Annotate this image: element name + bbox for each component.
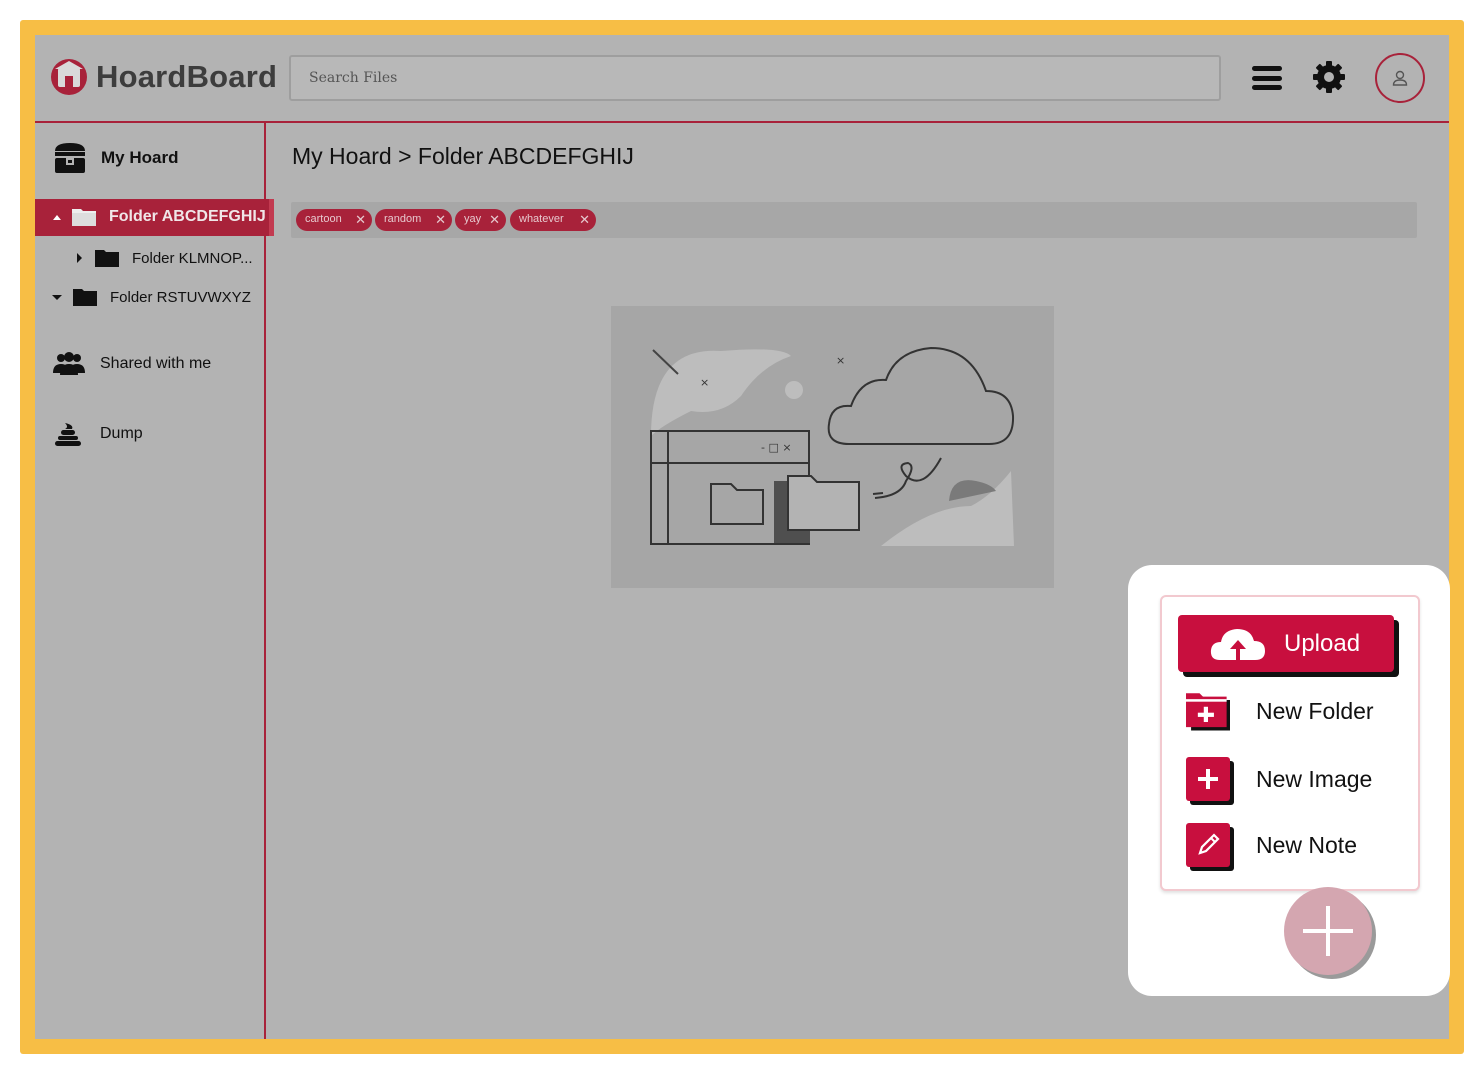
sidebar-item-dump[interactable]: Dump	[52, 421, 143, 447]
user-icon	[1392, 70, 1408, 86]
tag-label: cartoon	[305, 213, 342, 225]
svg-text:- □ ×: - □ ×	[761, 441, 792, 454]
tag-label: random	[384, 213, 422, 225]
dump-pile-icon	[55, 423, 81, 446]
sidebar-item-label: Dump	[100, 425, 143, 442]
folder-label: Folder KLMNOP...	[132, 249, 253, 267]
tag-chip[interactable]: cartoon ✕	[296, 209, 372, 231]
sidebar-item-folder-klmnop[interactable]: Folder KLMNOP...	[77, 248, 253, 268]
new-image-item[interactable]: New Image	[1186, 757, 1372, 801]
svg-text:×: ×	[700, 376, 709, 389]
plus-icon	[1303, 906, 1353, 956]
collapse-caret-icon[interactable]	[52, 294, 62, 300]
remove-tag-icon[interactable]: ✕	[579, 213, 590, 226]
sidebar-item-folder-abcdefghij[interactable]: Folder ABCDEFGHIJ	[35, 199, 274, 236]
tag-chip[interactable]: whatever ✕	[510, 209, 596, 231]
new-image-label: New Image	[1256, 765, 1373, 792]
folder-label: Folder RSTUVWXYZ	[110, 288, 251, 306]
new-folder-item[interactable]: New Folder	[1186, 689, 1374, 733]
tag-label: whatever	[519, 213, 564, 225]
tag-bar: cartoon ✕ random ✕ yay ✕ whatever ✕	[291, 202, 1417, 238]
pencil-icon	[1186, 823, 1230, 867]
sidebar: My Hoard Folder ABCDEFGHIJ Folder KLMNOP…	[35, 123, 274, 1039]
cloud-upload-icon	[1210, 628, 1265, 660]
folder-label: Folder ABCDEFGHIJ	[109, 208, 266, 225]
empty-folder-illustration: × × - □ ×	[611, 306, 1054, 588]
new-note-item[interactable]: New Note	[1186, 823, 1357, 867]
brand-name[interactable]: HoardBoard	[96, 59, 277, 95]
create-menu-popup: Upload New Folder New Image New Note	[1128, 565, 1450, 996]
new-folder-label: New Folder	[1256, 697, 1374, 724]
upload-button[interactable]: Upload	[1178, 615, 1394, 672]
new-note-label: New Note	[1256, 831, 1357, 858]
user-avatar[interactable]	[1375, 53, 1425, 103]
tag-chip[interactable]: random ✕	[375, 209, 452, 231]
sidebar-item-shared[interactable]: Shared with me	[52, 351, 211, 377]
collapse-caret-icon[interactable]	[53, 215, 61, 220]
sidebar-item-my-hoard[interactable]: My Hoard	[53, 141, 178, 175]
tag-label: yay	[464, 213, 482, 225]
folder-icon	[73, 289, 97, 306]
expand-caret-icon[interactable]	[77, 253, 82, 263]
gear-icon[interactable]	[1311, 59, 1347, 95]
treasure-chest-icon	[55, 143, 85, 173]
sidebar-item-folder-rstuvwxyz[interactable]: Folder RSTUVWXYZ	[52, 287, 251, 307]
hamburger-menu-icon[interactable]	[1252, 66, 1282, 90]
create-menu: Upload New Folder New Image New Note	[1160, 595, 1420, 891]
sidebar-item-label: My Hoard	[101, 148, 179, 167]
folder-icon	[95, 250, 119, 267]
users-group-icon	[53, 352, 85, 375]
add-image-icon	[1186, 757, 1230, 801]
hoardboard-logo-icon[interactable]	[51, 59, 87, 95]
top-bar: HoardBoard Search Files	[35, 35, 1449, 123]
upload-label: Upload	[1284, 629, 1361, 657]
add-fab-button[interactable]	[1284, 887, 1372, 975]
remove-tag-icon[interactable]: ✕	[489, 213, 500, 226]
breadcrumb: My Hoard > Folder ABCDEFGHIJ	[292, 143, 634, 169]
sidebar-item-label: Shared with me	[100, 355, 212, 372]
folder-open-icon	[72, 209, 96, 226]
remove-tag-icon[interactable]: ✕	[435, 213, 446, 226]
remove-tag-icon[interactable]: ✕	[355, 213, 366, 226]
tag-chip[interactable]: yay ✕	[455, 209, 506, 231]
new-folder-icon	[1186, 689, 1230, 733]
svg-text:×: ×	[836, 354, 845, 367]
search-input[interactable]: Search Files	[289, 55, 1221, 101]
